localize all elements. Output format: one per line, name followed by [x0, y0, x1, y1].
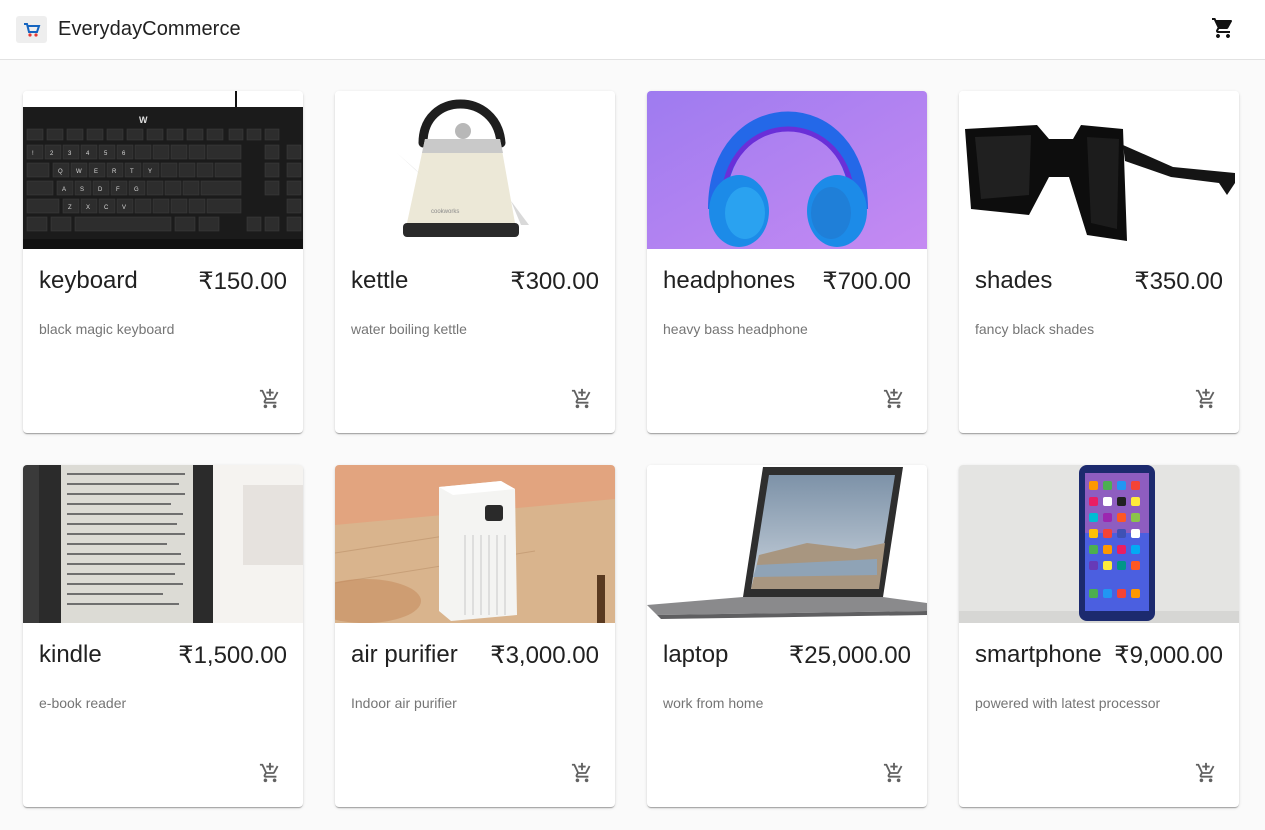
svg-text:cookworks: cookworks	[431, 209, 459, 215]
product-card-kettle[interactable]: cookworks kettle ₹300.00 water boiling k…	[335, 91, 615, 433]
product-description: Indoor air purifier	[351, 695, 457, 711]
product-image-shades	[959, 91, 1239, 249]
product-image-keyboard: ! 2 3 4 5 6 QWERTY ASDFG ZXCV W	[23, 91, 303, 249]
product-image-kettle: cookworks	[335, 91, 615, 249]
product-card-kindle[interactable]: kindle ₹1,500.00 e-book reader	[23, 465, 303, 807]
shopping-cart-logo-icon[interactable]	[16, 16, 47, 43]
product-description: e-book reader	[39, 695, 127, 711]
product-price: ₹9,000.00	[1114, 642, 1223, 669]
add-shopping-cart-icon[interactable]	[881, 760, 907, 786]
product-card-laptop[interactable]: laptop ₹25,000.00 work from home	[647, 465, 927, 807]
product-image-air-purifier	[335, 465, 615, 623]
product-card-shades[interactable]: shades ₹350.00 fancy black shades	[959, 91, 1239, 433]
product-image-laptop	[647, 465, 927, 623]
svg-text:R: R	[112, 169, 117, 175]
add-shopping-cart-icon[interactable]	[569, 386, 595, 412]
svg-text:W: W	[76, 169, 82, 175]
product-name: kettle	[351, 267, 409, 294]
svg-text:F: F	[116, 187, 120, 193]
product-description: black magic keyboard	[39, 321, 175, 337]
product-description: powered with latest processor	[975, 695, 1161, 711]
product-price: ₹1,500.00	[178, 642, 287, 669]
product-description: heavy bass headphone	[663, 321, 808, 337]
svg-text:V: V	[122, 205, 126, 211]
svg-text:G: G	[134, 187, 139, 193]
app-title[interactable]: EverydayCommerce	[58, 18, 241, 41]
add-shopping-cart-icon[interactable]	[569, 760, 595, 786]
product-card-headphones[interactable]: headphones ₹700.00 heavy bass headphone	[647, 91, 927, 433]
product-description: water boiling kettle	[351, 321, 467, 337]
add-shopping-cart-icon[interactable]	[257, 386, 283, 412]
product-name: keyboard	[39, 267, 138, 294]
svg-text:X: X	[86, 205, 90, 211]
product-name: laptop	[663, 641, 729, 668]
svg-text:A: A	[62, 187, 66, 193]
product-card-keyboard[interactable]: ! 2 3 4 5 6 QWERTY ASDFG ZXCV W keyboard ₹150…	[23, 91, 303, 433]
svg-text:W: W	[139, 115, 148, 125]
product-card-smartphone[interactable]: smartphone ₹9,000.00 powered with latest…	[959, 465, 1239, 807]
product-image-kindle	[23, 465, 303, 623]
product-card-air-purifier[interactable]: air purifier ₹3,000.00 Indoor air purifi…	[335, 465, 615, 807]
svg-text:Z: Z	[68, 205, 72, 211]
product-name: shades	[975, 267, 1053, 294]
svg-text:S: S	[80, 187, 84, 193]
product-price: ₹350.00	[1134, 268, 1223, 295]
product-price: ₹25,000.00	[788, 642, 911, 669]
svg-text:C: C	[104, 205, 109, 211]
product-price: ₹300.00	[510, 268, 599, 295]
product-description: work from home	[663, 695, 764, 711]
svg-text:E: E	[94, 169, 98, 175]
product-price: ₹700.00	[822, 268, 911, 295]
product-image-smartphone	[959, 465, 1239, 623]
product-name: kindle	[39, 641, 102, 668]
svg-text:Y: Y	[148, 169, 152, 175]
product-price: ₹150.00	[198, 268, 287, 295]
svg-text:Q: Q	[58, 169, 63, 175]
product-price: ₹3,000.00	[490, 642, 599, 669]
add-shopping-cart-icon[interactable]	[1193, 386, 1219, 412]
svg-text:T: T	[130, 169, 134, 175]
product-name: smartphone	[975, 641, 1102, 668]
add-shopping-cart-icon[interactable]	[1193, 760, 1219, 786]
add-shopping-cart-icon[interactable]	[257, 760, 283, 786]
product-description: fancy black shades	[975, 321, 1095, 337]
svg-text:D: D	[98, 187, 103, 193]
shopping-cart-icon[interactable]	[1209, 14, 1237, 42]
product-image-headphones	[647, 91, 927, 249]
product-name: air purifier	[351, 641, 458, 668]
add-shopping-cart-icon[interactable]	[881, 386, 907, 412]
app-bar: EverydayCommerce	[0, 0, 1265, 60]
product-name: headphones	[663, 267, 796, 294]
